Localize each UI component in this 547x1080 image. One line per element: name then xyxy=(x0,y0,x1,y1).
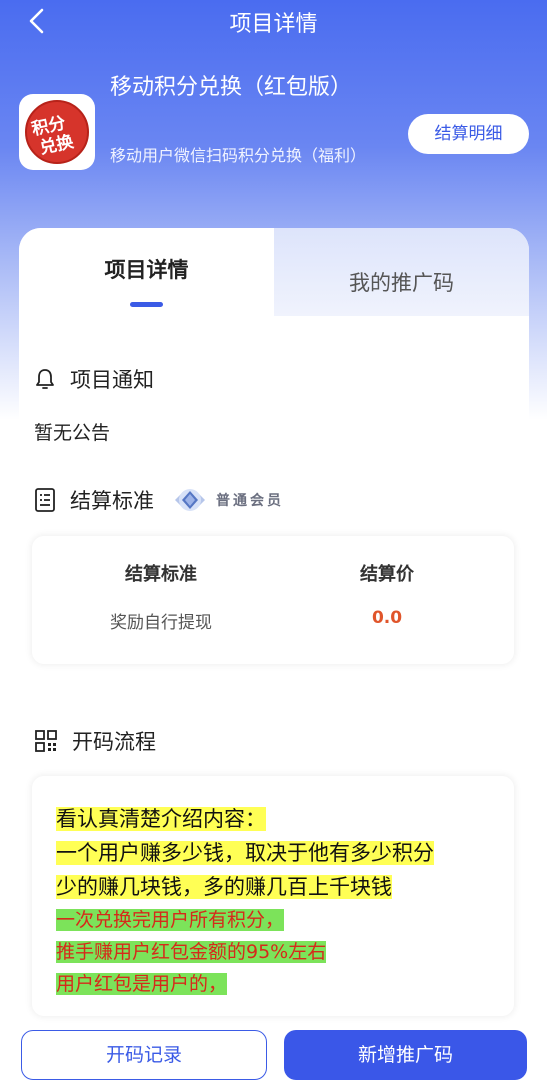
tab-label: 项目详情 xyxy=(104,258,189,282)
notice-section-header: 项目通知 xyxy=(34,364,154,394)
member-badge-label: 普通会员 xyxy=(216,493,284,509)
project-name: 移动积分兑换（红包版） xyxy=(110,75,353,100)
diamond-badge-icon xyxy=(175,489,205,511)
flow-text: 看认真清楚介绍内容： 一个用户赚多少钱，取决于他有多少积分 少的赚几块钱，多的赚… xyxy=(56,802,486,1000)
qr-code-icon xyxy=(35,730,57,752)
flow-line-highlight: 看认真清楚介绍内容： xyxy=(56,807,266,831)
table-header-standard: 结算标准 xyxy=(125,564,197,585)
settlement-section-header: 结算标准 普通会员 xyxy=(34,485,284,515)
code-records-button[interactable]: 开码记录 xyxy=(21,1030,267,1080)
notice-body: 暂无公告 xyxy=(34,422,111,444)
flow-line-green: 一次兑换完用户所有积分， xyxy=(56,909,285,931)
tab-my-promo-code[interactable]: 我的推广码 xyxy=(274,228,529,316)
document-list-icon xyxy=(35,488,55,512)
flow-line-highlight: 少的赚几块钱，多的赚几百上千块钱 xyxy=(56,875,392,899)
notice-title: 项目通知 xyxy=(70,368,154,392)
project-subtitle: 移动用户微信扫码积分兑换（福利） xyxy=(110,146,367,165)
flow-title: 开码流程 xyxy=(72,730,156,754)
project-logo: 积分 兑换 xyxy=(19,94,95,170)
settlement-details-button[interactable]: 结算明细 xyxy=(408,114,529,154)
flow-line-green: 推手赚用户红包金额的95%左右 xyxy=(56,941,327,963)
page-title: 项目详情 xyxy=(229,12,318,37)
top-bar: 项目详情 xyxy=(0,0,547,44)
active-tab-indicator xyxy=(130,302,163,307)
flow-line-green: 用户红包是用户的， xyxy=(56,973,228,995)
table-header-price: 结算价 xyxy=(360,564,414,585)
settlement-title: 结算标准 xyxy=(70,489,154,513)
table-cell-price: 0.0 xyxy=(371,608,403,628)
flow-section-header: 开码流程 xyxy=(34,726,156,756)
add-promo-code-button[interactable]: 新增推广码 xyxy=(284,1030,527,1080)
flow-line-highlight: 一个用户赚多少钱，取决于他有多少积分 xyxy=(56,841,434,865)
member-badge: 普通会员 xyxy=(172,485,284,515)
settlement-table xyxy=(32,536,514,664)
bell-icon xyxy=(36,369,54,389)
flow-content-box: 看认真清楚介绍内容： 一个用户赚多少钱，取决于他有多少积分 少的赚几块钱，多的赚… xyxy=(32,776,514,1016)
table-cell-standard: 奖励自行提现 xyxy=(110,613,212,633)
tab-label: 我的推广码 xyxy=(349,271,454,295)
